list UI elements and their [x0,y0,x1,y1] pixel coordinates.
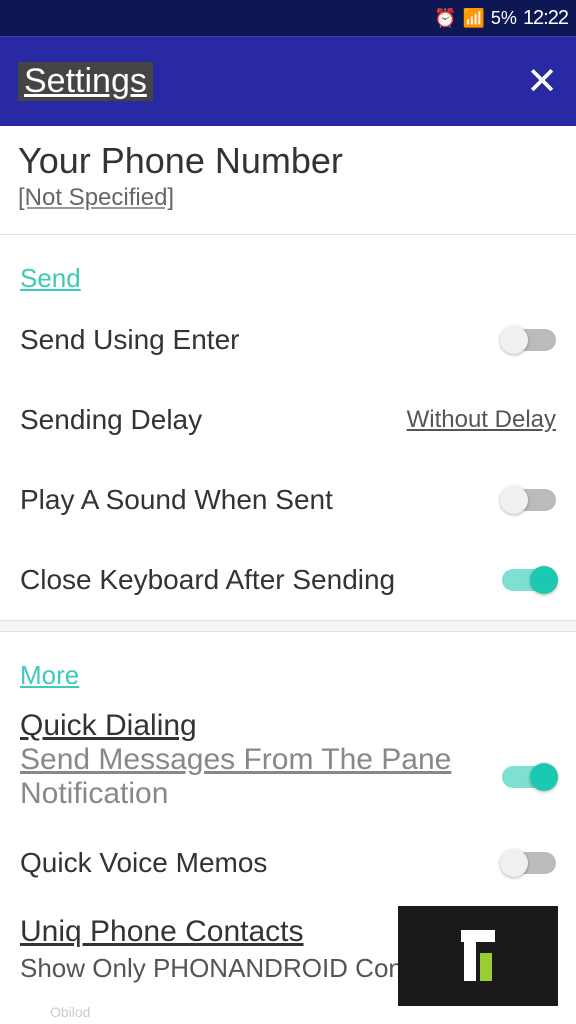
quick-voice-label: Quick Voice Memos [20,847,502,879]
battery-text: 5% [491,8,517,29]
phone-number-section[interactable]: Your Phone Number [Not Specified] [0,126,576,235]
send-using-enter-row[interactable]: Send Using Enter [0,300,576,380]
send-from-pane-label: Send Messages From The Pane [20,743,451,777]
sending-delay-label: Sending Delay [20,404,407,436]
quick-dialing-row[interactable]: Quick Dialing Send Messages From The Pan… [0,697,576,823]
quick-dialing-toggle[interactable] [502,766,556,788]
content: Your Phone Number [Not Specified] Send S… [0,126,576,984]
phone-number-value: [Not Specified] [18,184,558,212]
play-sound-label: Play A Sound When Sent [20,484,502,516]
play-sound-row[interactable]: Play A Sound When Sent [0,460,576,540]
watermark: Obilod [50,1004,90,1020]
section-divider [0,620,576,632]
header-title: Settings [18,62,153,101]
signal-icon: 📶 [463,8,485,29]
floating-badge[interactable] [398,906,558,1006]
quick-voice-row[interactable]: Quick Voice Memos [0,823,576,903]
close-keyboard-toggle[interactable] [502,569,556,591]
phone-number-title: Your Phone Number [18,140,558,182]
notification-label: Notification [20,777,451,811]
status-time: 12:22 [523,7,568,30]
send-using-enter-label: Send Using Enter [20,324,502,356]
close-icon[interactable]: ✕ [526,59,558,104]
send-using-enter-toggle[interactable] [502,329,556,351]
badge-icon-top [461,930,495,942]
quick-voice-toggle[interactable] [502,852,556,874]
more-section-header: More [0,632,576,697]
close-keyboard-label: Close Keyboard After Sending [20,564,502,596]
alarm-icon: ⏰ [434,8,456,29]
status-bar: ⏰ 📶 5% 12:22 [0,0,576,36]
play-sound-toggle[interactable] [502,489,556,511]
quick-dialing-label: Quick Dialing [20,709,556,743]
send-section-header: Send [0,235,576,300]
sending-delay-value: Without Delay [407,406,556,434]
app-header: Settings ✕ [0,36,576,126]
sending-delay-row[interactable]: Sending Delay Without Delay [0,380,576,460]
close-keyboard-row[interactable]: Close Keyboard After Sending [0,540,576,620]
